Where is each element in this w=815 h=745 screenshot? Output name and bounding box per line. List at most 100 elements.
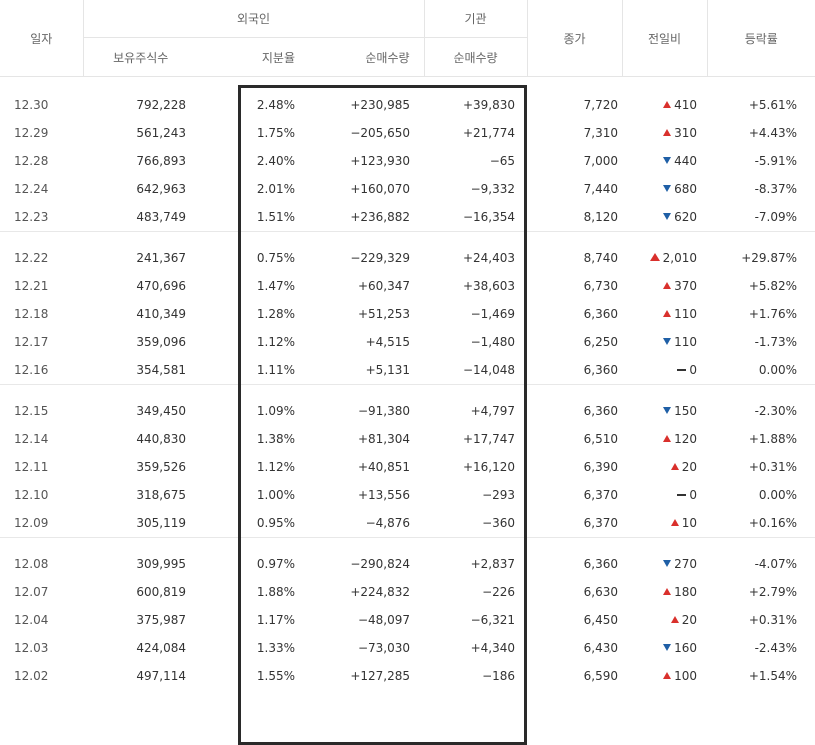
flat-dash-icon bbox=[677, 369, 687, 371]
cell-rate-value: 0.00% bbox=[758, 488, 798, 502]
cell-date: 12.30 bbox=[0, 91, 83, 119]
cell-inst-net-value: −360 bbox=[482, 516, 516, 530]
cell-close-value: 8,740 bbox=[583, 251, 619, 265]
header-rate: 등락률 bbox=[706, 0, 815, 77]
cell-ratio-value: 2.01% bbox=[256, 182, 295, 196]
up-triangle-icon bbox=[663, 588, 672, 595]
cell-holdings-value: 470,696 bbox=[136, 279, 186, 293]
cell-foreign-net: +230,985 bbox=[309, 91, 424, 119]
cell-change: 120 bbox=[622, 425, 707, 453]
up-triangle-icon bbox=[670, 463, 679, 470]
cell-holdings-value: 359,526 bbox=[136, 460, 186, 474]
cell-foreign-net: −4,876 bbox=[309, 509, 425, 538]
down-triangle-icon bbox=[663, 407, 672, 414]
cell-inst-net-value: −226 bbox=[482, 585, 516, 599]
table-row: 12.02 497,114 1.55% +127,285 −186 6,590 100 +1.… bbox=[0, 662, 815, 690]
upper-limit-arrow-icon bbox=[649, 253, 660, 261]
cell-ratio: 1.12% bbox=[198, 328, 309, 356]
cell-date: 12.21 bbox=[0, 272, 83, 300]
cell-ratio: 1.38% bbox=[198, 425, 309, 453]
cell-ratio-value: 0.75% bbox=[256, 251, 295, 265]
cell-rate: 0.00% bbox=[707, 356, 815, 385]
cell-ratio: 1.00% bbox=[198, 481, 309, 509]
table-row: 12.03 424,084 1.33% −73,030 +4,340 6,430 160 -2… bbox=[0, 634, 815, 662]
header-foreign: 외국인 bbox=[82, 0, 425, 38]
cell-date-value: 12.29 bbox=[14, 126, 49, 140]
cell-date: 12.22 bbox=[0, 244, 83, 272]
cell-inst-net-value: +4,340 bbox=[470, 641, 516, 655]
cell-foreign-net-value: +40,851 bbox=[357, 460, 411, 474]
cell-holdings: 318,675 bbox=[83, 481, 198, 509]
cell-close: 7,720 bbox=[527, 91, 622, 119]
table-row: 12.08 309,995 0.97% −290,824 +2,837 6,360 270 -… bbox=[0, 550, 815, 578]
cell-close: 8,740 bbox=[527, 244, 622, 272]
cell-close-value: 8,120 bbox=[583, 210, 619, 224]
cell-ratio: 1.47% bbox=[198, 272, 309, 300]
cell-rate: +29.87% bbox=[707, 244, 815, 272]
cell-foreign-net: +127,285 bbox=[309, 662, 424, 690]
cell-change-value: 370 bbox=[674, 279, 698, 293]
cell-date: 12.29 bbox=[0, 119, 83, 147]
down-triangle-icon bbox=[663, 560, 672, 567]
cell-date: 12.17 bbox=[0, 328, 83, 356]
table-row: 12.24 642,963 2.01% +160,070 −9,332 7,440 680 -… bbox=[0, 175, 815, 203]
cell-ratio: 2.01% bbox=[198, 175, 309, 203]
cell-ratio: 1.88% bbox=[198, 578, 309, 606]
cell-holdings-value: 309,995 bbox=[136, 557, 186, 571]
cell-ratio-value: 1.28% bbox=[256, 307, 295, 321]
up-triangle-icon bbox=[663, 282, 672, 289]
cell-change: 410 bbox=[622, 91, 707, 119]
cell-holdings: 305,119 bbox=[83, 509, 198, 538]
cell-holdings-value: 375,987 bbox=[136, 613, 186, 627]
cell-date: 12.04 bbox=[0, 606, 83, 634]
cell-ratio: 2.40% bbox=[198, 147, 309, 175]
cell-rate-value: +5.61% bbox=[748, 98, 798, 112]
up-triangle-icon bbox=[663, 435, 672, 442]
cell-inst-net: −226 bbox=[424, 578, 527, 606]
cell-inst-net: −6,321 bbox=[424, 606, 527, 634]
cell-holdings-value: 349,450 bbox=[136, 404, 186, 418]
cell-ratio: 1.09% bbox=[198, 397, 309, 425]
cell-close-value: 6,370 bbox=[583, 488, 619, 502]
up-triangle-icon bbox=[663, 129, 672, 136]
cell-change: 270 bbox=[622, 550, 707, 578]
cell-ratio: 1.17% bbox=[198, 606, 309, 634]
cell-inst-net: +4,340 bbox=[424, 634, 527, 662]
header-inst-net: 순매수량 bbox=[423, 37, 528, 77]
cell-change-value: 180 bbox=[674, 585, 698, 599]
cell-change-value: 2,010 bbox=[662, 251, 698, 265]
cell-date-value: 12.28 bbox=[14, 154, 49, 168]
cell-rate-value: 0.00% bbox=[758, 363, 798, 377]
cell-date: 12.02 bbox=[0, 662, 83, 690]
cell-date-value: 12.10 bbox=[14, 488, 49, 502]
cell-inst-net-value: −293 bbox=[482, 488, 516, 502]
table-row: 12.28 766,893 2.40% +123,930 −65 7,000 440 -5.9… bbox=[0, 147, 815, 175]
cell-inst-net: −1,469 bbox=[424, 300, 527, 328]
cell-foreign-net-value: +230,985 bbox=[350, 98, 411, 112]
header-institution: 기관 bbox=[423, 0, 528, 38]
cell-inst-net: +16,120 bbox=[424, 453, 527, 481]
cell-inst-net: −186 bbox=[424, 662, 527, 690]
cell-foreign-net-value: −205,650 bbox=[350, 126, 411, 140]
cell-change: 2,010 bbox=[622, 244, 707, 272]
cell-rate-value: -4.07% bbox=[754, 557, 798, 571]
cell-holdings-value: 440,830 bbox=[136, 432, 186, 446]
cell-rate-value: -7.09% bbox=[754, 210, 798, 224]
up-triangle-icon bbox=[663, 101, 672, 108]
cell-holdings: 600,819 bbox=[83, 578, 198, 606]
cell-date-value: 12.21 bbox=[14, 279, 49, 293]
cell-holdings: 375,987 bbox=[83, 606, 198, 634]
cell-ratio-value: 2.48% bbox=[256, 98, 295, 112]
cell-holdings-value: 600,819 bbox=[136, 585, 186, 599]
cell-rate-value: -2.30% bbox=[754, 404, 798, 418]
cell-date-value: 12.15 bbox=[14, 404, 49, 418]
cell-holdings: 470,696 bbox=[83, 272, 198, 300]
cell-close: 6,370 bbox=[527, 509, 623, 538]
cell-foreign-net: +236,882 bbox=[309, 203, 425, 232]
cell-holdings: 359,096 bbox=[83, 328, 198, 356]
cell-change: 680 bbox=[622, 175, 707, 203]
cell-rate: +1.76% bbox=[707, 300, 815, 328]
cell-change-value: 160 bbox=[674, 641, 698, 655]
cell-date-value: 12.11 bbox=[14, 460, 49, 474]
cell-rate: +4.43% bbox=[707, 119, 815, 147]
